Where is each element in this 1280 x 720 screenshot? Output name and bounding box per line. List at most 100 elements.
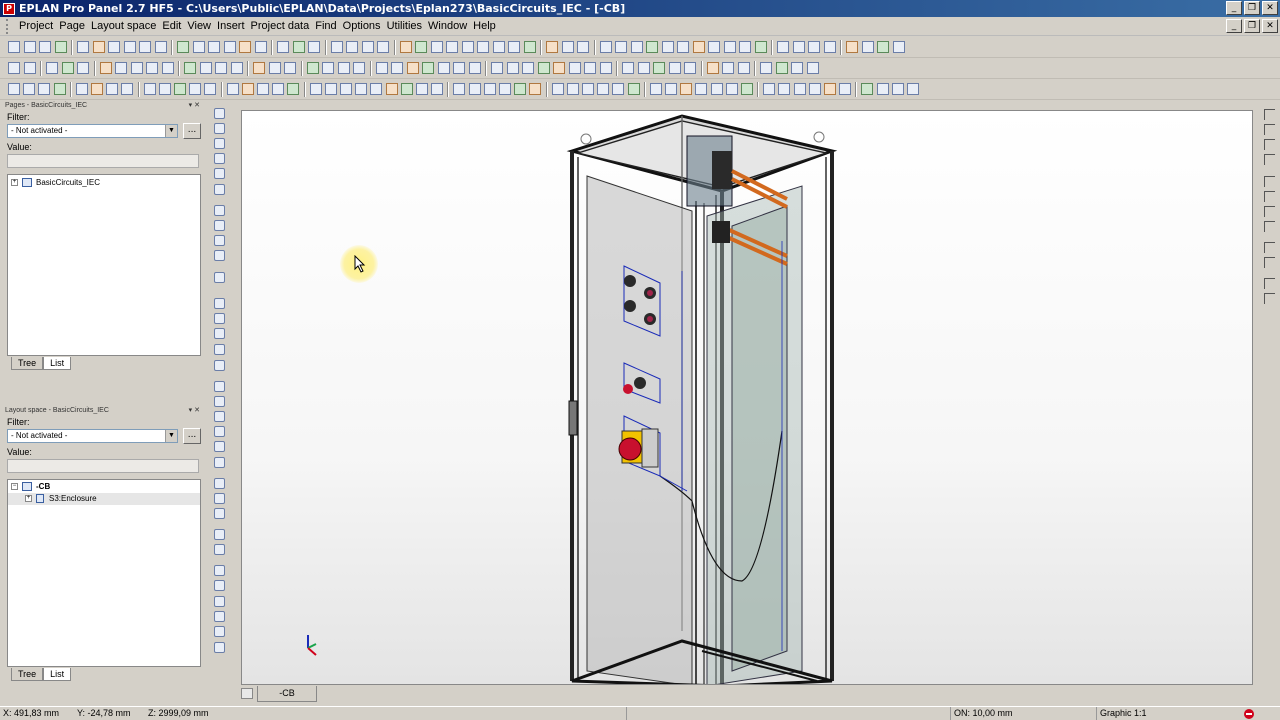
toolbar-tool-icon[interactable] (399, 41, 412, 53)
toolbar-tool-icon[interactable] (292, 41, 305, 53)
drawing-tool-icon[interactable] (214, 381, 225, 392)
toolbar-tool-icon[interactable] (199, 62, 212, 74)
toolbar-tool-icon[interactable] (268, 62, 281, 74)
expand-icon[interactable]: + (25, 495, 32, 502)
toolbar-tool-icon[interactable] (722, 62, 734, 74)
tab-tree[interactable]: Tree (11, 668, 44, 681)
toolbar-tool-icon[interactable] (793, 83, 806, 95)
toolbar-tool-icon[interactable] (192, 41, 205, 53)
toolbar-tool-icon[interactable] (468, 62, 481, 74)
toolbar-tool-icon[interactable] (824, 83, 836, 95)
toolbar-tool-icon[interactable] (680, 83, 693, 95)
toolbar-tool-icon[interactable] (324, 83, 337, 95)
menu-project-data[interactable]: Project data (248, 20, 313, 32)
toolbar-tool-icon[interactable] (723, 41, 736, 53)
menubar-grip[interactable] (6, 18, 12, 34)
drawing-tool-icon[interactable] (1264, 191, 1275, 202)
toolbar-tool-icon[interactable] (876, 83, 889, 95)
toolbar-tool-icon[interactable] (561, 41, 574, 53)
menu-utilities[interactable]: Utilities (384, 20, 425, 32)
toolbar-tool-icon[interactable] (254, 41, 267, 53)
menu-insert[interactable]: Insert (214, 20, 248, 32)
toolbar-tool-icon[interactable] (400, 83, 413, 95)
toolbar-tool-icon[interactable] (39, 41, 51, 53)
menu-page[interactable]: Page (56, 20, 88, 32)
toolbar-tool-icon[interactable] (146, 62, 158, 74)
toolbar-tool-icon[interactable] (8, 62, 20, 74)
drawing-tool-icon[interactable] (214, 544, 225, 555)
tab-tree[interactable]: Tree (11, 357, 44, 370)
drawing-tool-icon[interactable] (1264, 242, 1275, 253)
toolbar-tool-icon[interactable] (361, 41, 374, 53)
toolbar-tool-icon[interactable] (330, 41, 343, 53)
restore-button[interactable]: ❐ (1244, 1, 1260, 15)
drawing-tool-icon[interactable] (214, 153, 225, 164)
toolbar-tool-icon[interactable] (161, 62, 174, 74)
document-tab-cb[interactable]: -CB (257, 686, 317, 702)
toolbar-tool-icon[interactable] (422, 62, 434, 74)
drawing-tool-icon[interactable] (1264, 139, 1275, 150)
drawing-tool-icon[interactable] (214, 441, 225, 452)
drawing-tool-icon[interactable] (214, 313, 225, 324)
toolbar-tool-icon[interactable] (708, 41, 720, 53)
drawing-tool-icon[interactable] (214, 493, 225, 504)
toolbar-tool-icon[interactable] (514, 83, 527, 95)
toolbar-tool-icon[interactable] (665, 83, 677, 95)
drawing-tool-icon[interactable] (214, 360, 225, 371)
toolbar-tool-icon[interactable] (725, 83, 738, 95)
drawing-tool-icon[interactable] (214, 411, 225, 422)
toolbar-tool-icon[interactable] (53, 83, 66, 95)
drawing-tool-icon[interactable] (1264, 221, 1275, 232)
doc-close-button[interactable]: ✕ (1262, 19, 1278, 33)
toolbar-tool-icon[interactable] (204, 83, 217, 95)
toolbar-tool-icon[interactable] (287, 83, 300, 95)
toolbar-tool-icon[interactable] (839, 83, 852, 95)
toolbar-tool-icon[interactable] (599, 62, 612, 74)
toolbar-tool-icon[interactable] (340, 83, 352, 95)
menu-help[interactable]: Help (470, 20, 499, 32)
drawing-tool-icon[interactable] (214, 123, 225, 134)
toolbar-tool-icon[interactable] (646, 41, 658, 53)
toolbar-tool-icon[interactable] (257, 83, 269, 95)
toolbar-tool-icon[interactable] (377, 41, 389, 53)
pages-filter-dropdown[interactable]: - Not activated - ▼ (7, 124, 178, 138)
toolbar-tool-icon[interactable] (477, 41, 489, 53)
drawing-tool-icon[interactable] (214, 626, 225, 637)
toolbar-tool-icon[interactable] (453, 83, 466, 95)
toolbar-tool-icon[interactable] (239, 41, 251, 53)
menu-edit[interactable]: Edit (159, 20, 184, 32)
menu-find[interactable]: Find (312, 20, 339, 32)
menu-layout-space[interactable]: Layout space (88, 20, 159, 32)
toolbar-tool-icon[interactable] (375, 62, 388, 74)
drawing-tool-icon[interactable] (214, 220, 225, 231)
toolbar-tool-icon[interactable] (468, 83, 481, 95)
toolbar-tool-icon[interactable] (208, 41, 220, 53)
toolbar-tool-icon[interactable] (177, 41, 189, 53)
menu-window[interactable]: Window (425, 20, 470, 32)
drawing-tool-icon[interactable] (1264, 154, 1275, 165)
toolbar-tool-icon[interactable] (223, 41, 236, 53)
toolbar-tool-icon[interactable] (792, 41, 805, 53)
toolbar-tool-icon[interactable] (506, 62, 519, 74)
toolbar-tool-icon[interactable] (130, 62, 143, 74)
toolbar-tool-icon[interactable] (808, 83, 821, 95)
toolbar-tool-icon[interactable] (584, 62, 596, 74)
drawing-tool-icon[interactable] (214, 457, 225, 468)
toolbar-tool-icon[interactable] (115, 62, 127, 74)
toolbar-tool-icon[interactable] (230, 62, 243, 74)
toolbar-tool-icon[interactable] (189, 83, 202, 95)
toolbar-tool-icon[interactable] (453, 62, 465, 74)
drawing-tool-icon[interactable] (214, 205, 225, 216)
toolbar-tool-icon[interactable] (123, 41, 136, 53)
tree-item-basiccircuits[interactable]: + BasicCircuits_IEC (8, 177, 200, 189)
toolbar-tool-icon[interactable] (184, 62, 196, 74)
drawing-tool-icon[interactable] (214, 565, 225, 576)
drawing-tool-icon[interactable] (214, 396, 225, 407)
toolbar-tool-icon[interactable] (61, 62, 74, 74)
minimize-button[interactable]: _ (1226, 1, 1242, 15)
toolbar-tool-icon[interactable] (754, 41, 767, 53)
toolbar-tool-icon[interactable] (253, 62, 265, 74)
menu-project[interactable]: Project (16, 20, 56, 32)
toolbar-tool-icon[interactable] (577, 41, 589, 53)
tab-list[interactable]: List (43, 357, 72, 370)
